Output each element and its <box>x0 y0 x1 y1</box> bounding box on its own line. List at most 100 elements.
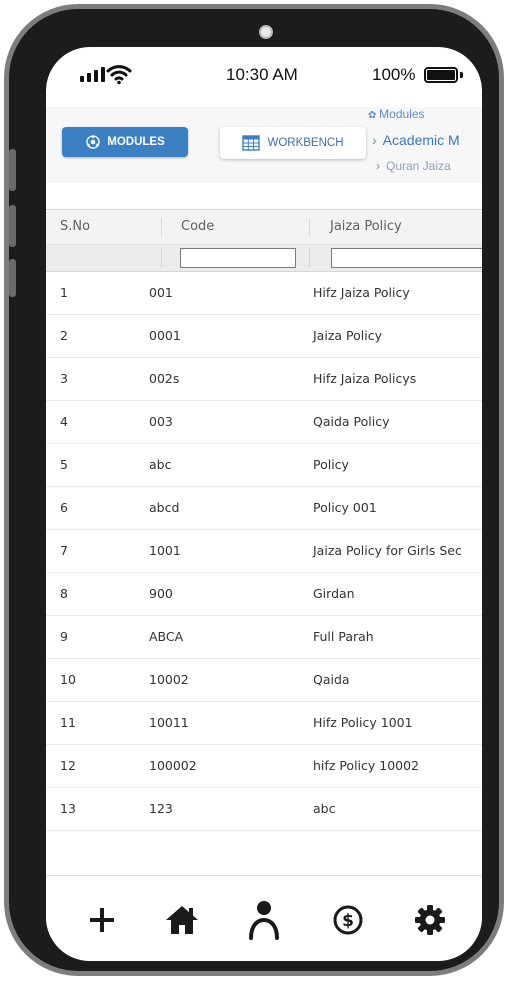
column-divider <box>161 218 162 236</box>
breadcrumb-quran-jaiza-label: Quran Jaiza <box>386 159 451 173</box>
workbench-icon <box>242 135 261 151</box>
home-button[interactable] <box>160 898 204 942</box>
cell-code: 10002 <box>149 672 189 687</box>
column-header-sno[interactable]: S.No <box>60 219 90 234</box>
cell-jaiza-policy: Hifz Jaiza Policys <box>313 371 417 386</box>
cell-jaiza-policy: Full Parah <box>313 629 374 644</box>
workbench-button[interactable]: WORKBENCH <box>220 127 366 159</box>
cell-sno: 10 <box>60 672 76 687</box>
cell-code: abc <box>149 457 172 472</box>
column-divider <box>309 218 310 236</box>
jaiza-policy-grid: S.No Code Jaiza Policy 1 001 Hifz Jaiza Po… <box>46 209 482 831</box>
cell-sno: 3 <box>60 371 68 386</box>
column-header-jaiza-policy[interactable]: Jaiza Policy <box>330 219 402 234</box>
battery-tip <box>460 72 463 78</box>
cell-code: 002s <box>149 371 180 386</box>
cell-code: 123 <box>149 801 173 816</box>
column-divider <box>161 249 162 267</box>
cell-code: 1001 <box>149 543 181 558</box>
jaiza-policy-filter-input[interactable] <box>331 248 482 268</box>
table-row[interactable]: 4 003 Qaida Policy <box>46 401 482 444</box>
breadcrumb-academic-label: Academic M <box>382 132 460 148</box>
volume-down-button <box>9 259 16 297</box>
battery-fill <box>427 70 455 80</box>
dollar-icon: $ <box>333 905 363 935</box>
chevron-right-icon: › <box>376 159 380 173</box>
home-icon <box>166 906 198 934</box>
modules-breadcrumb-icon: ✿ <box>368 110 380 121</box>
cell-jaiza-policy: Policy 001 <box>313 500 377 515</box>
battery-icon <box>424 67 458 83</box>
status-bar: 10:30 AM 100% <box>46 47 482 107</box>
table-row[interactable]: 1 001 Hifz Jaiza Policy <box>46 272 482 315</box>
module-toolbar: MODULES WORKBENCH ✿ Modules ›Academic M <box>46 107 482 183</box>
cell-sno: 11 <box>60 715 76 730</box>
phone-frame: 10:30 AM 100% MODULES WORKBENCH ✿ Module… <box>4 4 504 976</box>
cell-code: 0001 <box>149 328 181 343</box>
cell-sno: 6 <box>60 500 68 515</box>
profile-button[interactable] <box>242 898 286 942</box>
breadcrumb-quran-jaiza[interactable]: › Quran Jaiza <box>376 159 451 173</box>
table-row[interactable]: 3 002s Hifz Jaiza Policys <box>46 358 482 401</box>
add-button[interactable] <box>80 898 124 942</box>
table-row[interactable]: 10 10002 Qaida <box>46 659 482 702</box>
clock: 10:30 AM <box>226 65 298 84</box>
front-camera <box>259 25 273 39</box>
table-row[interactable]: 11 10011 Hifz Policy 1001 <box>46 702 482 745</box>
code-filter-input[interactable] <box>180 248 296 268</box>
chevron-right-icon: › <box>372 132 377 148</box>
grid-header: S.No Code Jaiza Policy <box>46 209 482 245</box>
volume-up-button <box>9 205 16 247</box>
wifi-icon <box>106 65 132 85</box>
cell-code: abcd <box>149 500 180 515</box>
settings-button[interactable] <box>408 898 452 942</box>
cell-sno: 4 <box>60 414 68 429</box>
table-row[interactable]: 7 1001 Jaiza Policy for Girls Sec <box>46 530 482 573</box>
profile-icon <box>249 901 279 940</box>
modules-label: MODULES <box>107 136 165 148</box>
svg-text:$: $ <box>342 911 354 931</box>
table-row[interactable]: 13 123 abc <box>46 788 482 831</box>
modules-button[interactable]: MODULES <box>62 127 188 157</box>
cell-sno: 2 <box>60 328 68 343</box>
cell-sno: 13 <box>60 801 76 816</box>
cell-jaiza-policy: Qaida <box>313 672 350 687</box>
cell-jaiza-policy: Girdan <box>313 586 355 601</box>
breadcrumb-modules[interactable]: ✿ Modules <box>368 107 425 121</box>
table-row[interactable]: 8 900 Girdan <box>46 573 482 616</box>
add-icon <box>90 908 114 932</box>
battery-percent: 100% <box>372 65 416 84</box>
table-row[interactable]: 6 abcd Policy 001 <box>46 487 482 530</box>
cell-code: 900 <box>149 586 173 601</box>
table-row[interactable]: 12 100002 hifz Policy 10002 <box>46 745 482 788</box>
cell-jaiza-policy: Policy <box>313 457 349 472</box>
cell-jaiza-policy: Hifz Jaiza Policy <box>313 285 410 300</box>
table-row[interactable]: 2 0001 Jaiza Policy <box>46 315 482 358</box>
cell-sno: 7 <box>60 543 68 558</box>
cell-jaiza-policy: abc <box>313 801 336 816</box>
cell-jaiza-policy: Jaiza Policy <box>313 328 382 343</box>
cell-code: 001 <box>149 285 173 300</box>
table-row[interactable]: 9 ABCA Full Parah <box>46 616 482 659</box>
cell-jaiza-policy: hifz Policy 10002 <box>313 758 420 773</box>
workbench-label: WORKBENCH <box>267 137 344 149</box>
grid-body: 1 001 Hifz Jaiza Policy 2 0001 Jaiza Policy 3 0… <box>46 272 482 831</box>
table-row[interactable]: 5 abc Policy <box>46 444 482 487</box>
column-divider <box>309 249 310 267</box>
cell-code: 10011 <box>149 715 189 730</box>
cell-sno: 8 <box>60 586 68 601</box>
breadcrumb-academic[interactable]: › Academic M <box>372 132 460 148</box>
payments-button[interactable]: $ <box>326 898 370 942</box>
mute-switch <box>9 149 16 191</box>
cell-code: 003 <box>149 414 173 429</box>
cell-jaiza-policy: Qaida Policy <box>313 414 390 429</box>
cell-jaiza-policy: Jaiza Policy for Girls Sec <box>313 543 462 558</box>
settings-icon <box>415 905 445 935</box>
cell-sno: 1 <box>60 285 68 300</box>
cell-code: ABCA <box>149 629 184 644</box>
grid-filter-row <box>46 245 482 272</box>
column-header-code[interactable]: Code <box>181 219 214 234</box>
cell-sno: 12 <box>60 758 76 773</box>
signal-icon <box>80 67 105 82</box>
breadcrumb-modules-label: Modules <box>379 107 425 121</box>
